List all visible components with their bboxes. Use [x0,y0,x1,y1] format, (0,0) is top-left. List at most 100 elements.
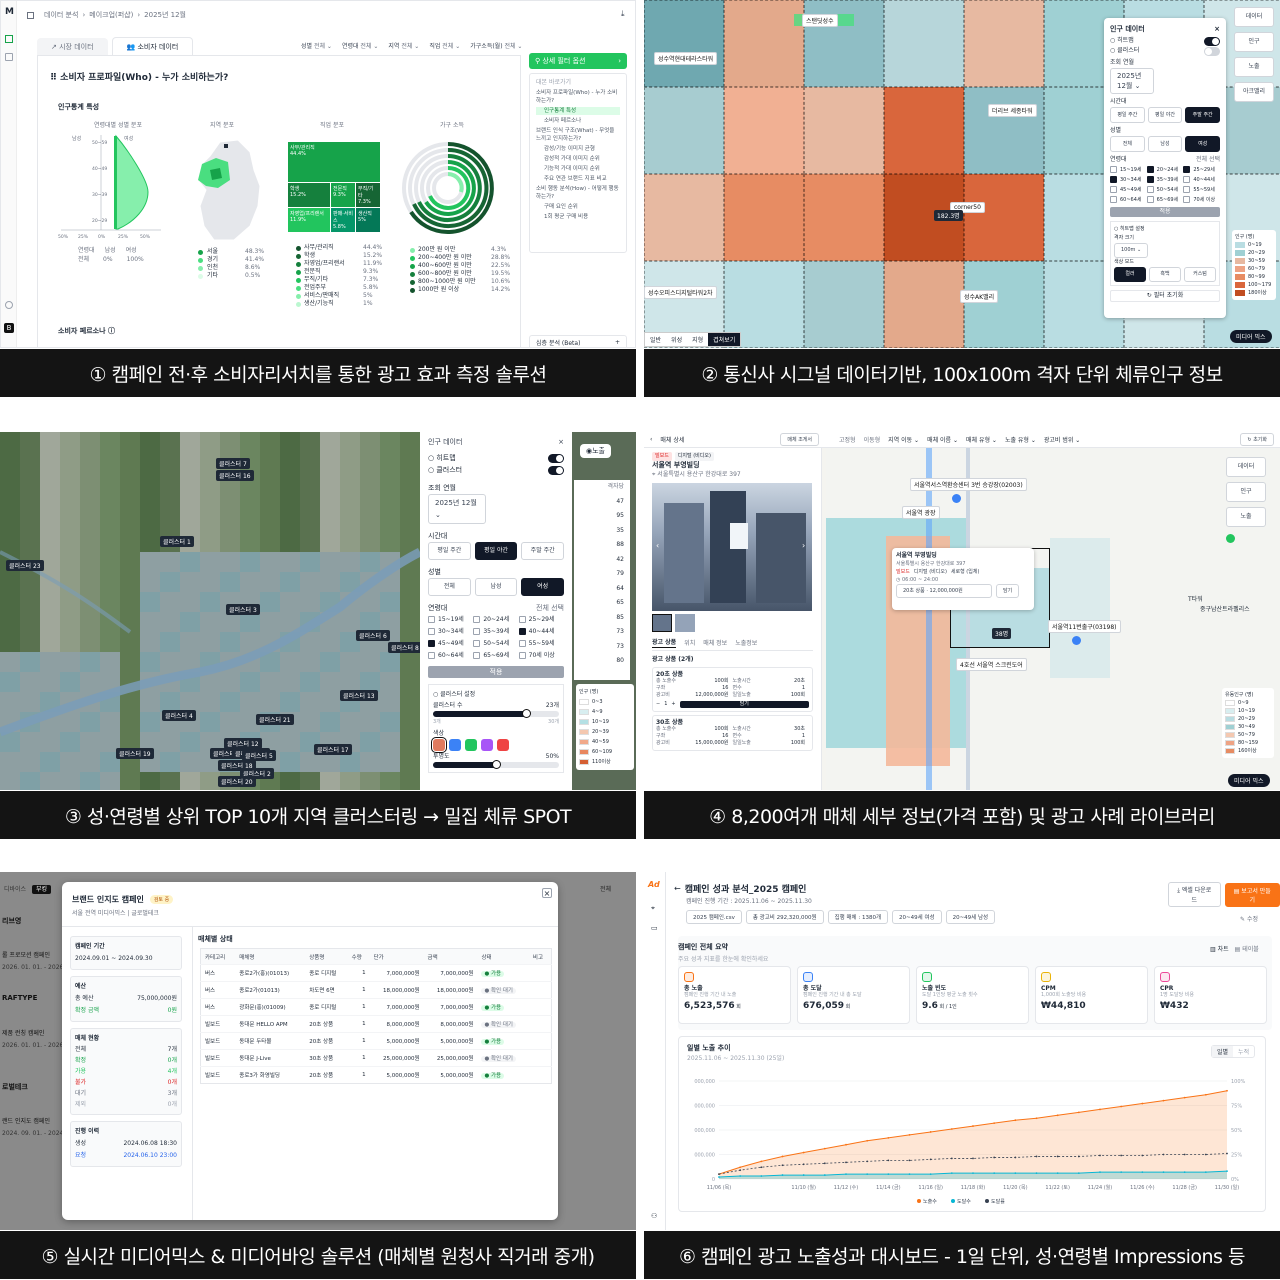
map-toolbar-button[interactable]: 노출 [1234,57,1274,77]
excel-download-button[interactable]: ⤓ 엑셀 다운로드 [1168,882,1221,907]
map-toolbar-button[interactable]: 인구 [1234,32,1274,52]
age-checkbox[interactable]: 40~44세 [1183,175,1220,185]
map-type-tab[interactable]: 일반 [645,333,666,346]
table-row[interactable]: 버스 광화문(홍)(01009) 종로 디지털 1 7,000,000원 7,000,00… [200,998,552,1016]
color-swatch[interactable] [481,739,493,751]
table-row[interactable]: 빌보드 동대문 J-Live 30초 상품 1 25,000,000원 25,000,00… [200,1049,552,1067]
toggle-row[interactable]: ○ 클러스터 [1110,46,1220,56]
option-chip[interactable]: 남성 [474,578,518,596]
option-chip[interactable]: 주말 주간 [1185,107,1221,123]
toc-item[interactable]: 인구통계 특성 [536,107,620,115]
place-label[interactable]: 중구남산트라펠리스 [1200,604,1250,613]
close-icon[interactable]: × [542,888,552,898]
detail-tab[interactable]: 위치 [684,639,695,648]
option-chip[interactable]: 평일 주간 [1110,107,1145,123]
pin-icon[interactable]: ⌖ [651,904,655,913]
cluster-slider[interactable] [433,709,559,718]
next-photo-icon[interactable]: › [802,541,805,550]
option-chip[interactable]: 남성 [1147,136,1183,152]
color-swatch[interactable] [497,739,509,751]
filter-chip[interactable]: 총 광고비 292,320,000원 [745,910,824,924]
toc-item[interactable]: 소비자 페르소나 [536,117,620,125]
option-chip[interactable]: 전체 [428,578,471,596]
reset-filter-button[interactable]: ↻ 필터 초기화 [1110,290,1220,302]
map-toolbar-button[interactable]: 데이터 [1234,7,1274,27]
toggle-row[interactable]: ○ 히트맵 [1110,36,1220,46]
filter-dropdown[interactable]: 가구소득(월) 전체 ⌄ [470,41,522,50]
option-chip[interactable]: 커스텀 [1184,267,1216,282]
product-select[interactable]: 20초 상품 · 12,000,000원 [896,584,992,598]
option-chip[interactable]: 여성 [1185,136,1221,152]
filter-dropdown[interactable]: 성별 전체 ⌄ [301,41,332,50]
age-checkbox[interactable]: 60~64세 [1110,195,1147,205]
option-chip[interactable]: 평일 야간 [474,542,518,560]
filter-dropdown[interactable]: 고정형 [839,435,856,444]
place-label[interactable]: T타워 [1188,594,1203,603]
color-swatch[interactable] [431,737,447,753]
table-row[interactable]: 버스 종로2가(홍)(01013) 종로 디지털 1 7,000,000원 7,000,0… [200,964,552,982]
cluster-pin[interactable]: 클러스터 8 [388,642,422,653]
table-row[interactable]: 빌보드 동대문 HELLO APM 20초 상품 1 8,000,000원 8,000,0… [200,1015,552,1033]
media-list-button[interactable]: 매체 조게서 [780,433,819,446]
age-checkbox[interactable]: 55~59세 [1183,185,1220,195]
option-chip[interactable]: 흑백 [1149,267,1181,282]
cluster-pin[interactable]: 클러스터 16 [216,470,254,481]
filter-dropdown[interactable]: 매체 유형 ⌄ [966,435,997,444]
toc-item[interactable]: 1회 평균 구매 비용 [536,213,620,221]
filter-dropdown[interactable]: 광고비 범위 ⌄ [1044,435,1080,444]
age-checkbox[interactable]: 55~59세 [518,638,564,650]
age-checkbox[interactable]: 25~29세 [1183,165,1220,175]
age-checkbox[interactable]: 15~19세 [428,614,473,626]
age-checkbox[interactable]: 65~69세 [473,650,518,662]
cluster-pin[interactable]: 클러스터 13 [340,690,378,701]
user-icon[interactable]: ⚇ [651,1212,657,1220]
tab-market-data[interactable]: ↗ 시장 데이터 [37,37,108,56]
user-avatar[interactable]: B [4,323,14,333]
map-type-tab[interactable]: 지형 [687,333,708,346]
filter-dropdown[interactable]: 지역 전체 ⌄ [388,41,419,50]
filter-chip[interactable]: 2025 캠페인.csv [686,910,742,924]
toc-item[interactable]: 주요 연관 브랜드 지표 비교 [536,175,620,183]
thumbnail[interactable] [652,614,672,632]
age-checkbox[interactable]: 45~49세 [1110,185,1147,195]
opacity-slider[interactable] [433,760,559,769]
map-type-tab[interactable]: 겹쳐보기 [708,333,741,346]
cluster-pin[interactable]: 클러스터 21 [256,714,294,725]
table-row[interactable]: 빌보드 동대문 두타몰 20초 상품 1 5,000,000원 5,000,000원 ● 가… [200,1032,552,1050]
age-checkbox[interactable]: 35~39세 [473,626,518,638]
place-label[interactable]: 성수오피스디지털타워2차 [644,286,717,299]
media-mix-button[interactable]: 미디어 믹스 [1228,774,1270,787]
place-label[interactable]: 서울역 광장 [902,506,940,519]
option-chip[interactable]: 여성 [521,578,565,596]
media-mix-button[interactable]: 미디어 믹스 [1230,330,1272,343]
reset-button[interactable]: ↻ 초기화 [1240,433,1274,446]
age-checkbox[interactable]: 60~64세 [428,650,473,662]
toc-item[interactable]: 소비자 프로파일(Who) - 누가 소비하는가? [536,89,620,105]
age-checkbox[interactable]: 70세 이상 [518,650,564,662]
close-icon[interactable]: × [1214,24,1220,34]
map-toolbar-button[interactable]: 아크밸리 [1234,82,1274,102]
table-row[interactable]: 빌보드 종로3가 화영빌딩 20초 상품 1 5,000,000원 5,000,000원 ●… [200,1066,552,1084]
edit-button[interactable]: ✎ 수정 [1240,914,1258,923]
age-checkbox[interactable]: 50~54세 [1146,185,1184,195]
age-checkbox[interactable]: 40~44세 [518,626,564,638]
age-checkbox[interactable]: 30~34세 [1110,175,1147,185]
toc-item[interactable]: 소비 행동 분석(How) - 어떻게 행동하는가? [536,185,620,201]
map-toolbar-button[interactable]: 인구 [1226,482,1266,502]
chart-view-button[interactable]: ▥ 차트 [1210,944,1229,953]
cluster-pin[interactable]: 클러스터 20 [218,776,256,787]
apply-button[interactable]: 적용 [428,666,564,678]
toc-item[interactable]: 감성/기능 이미지 균형 [536,145,620,153]
filter-dropdown[interactable]: 이동형 [864,435,881,444]
map-toolbar-button[interactable]: 노출 [1226,507,1266,527]
age-checkbox[interactable]: 30~34세 [428,626,473,638]
option-chip[interactable]: 평일 야간 [1147,107,1183,123]
cumulative-toggle[interactable]: 누적 [1233,1046,1254,1057]
table-row[interactable]: 버스 종로2가(01013) 차도면 6면 1 18,000,000원 18,000,00… [200,981,552,999]
back-icon[interactable]: ‹ [650,436,652,443]
sidebar-toggle-icon[interactable] [27,11,34,19]
detail-tab[interactable]: 광고 상품 [652,638,677,648]
close-icon[interactable]: × [558,436,564,448]
add-to-cart-button[interactable]: 담기 [679,701,809,708]
place-label[interactable]: 성수역현대테라스타워 [654,52,718,65]
